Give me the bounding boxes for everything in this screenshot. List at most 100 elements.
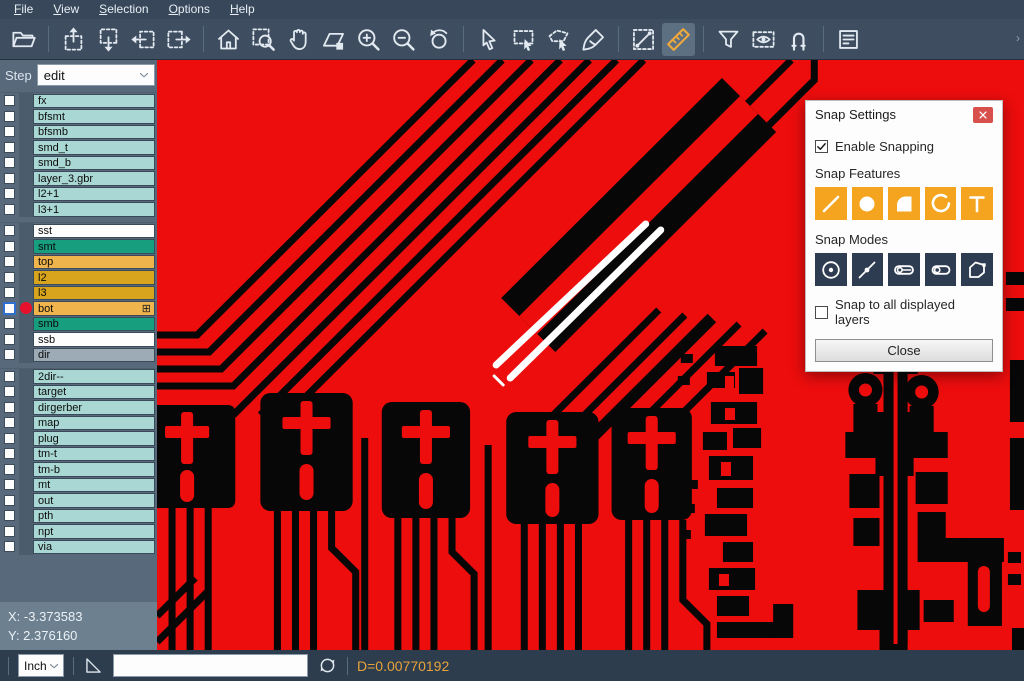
layer-visibility-checkbox[interactable]: [4, 371, 15, 382]
layer-row-plug[interactable]: plug: [0, 431, 157, 447]
layer-visibility-checkbox[interactable]: [4, 510, 15, 521]
layer-label[interactable]: smt: [33, 239, 155, 254]
layer-label[interactable]: l3: [33, 286, 155, 301]
select-polygon-button[interactable]: [542, 23, 575, 56]
layer-row-l2+1[interactable]: l2+1: [0, 186, 157, 202]
layer-visibility-checkbox[interactable]: [4, 433, 15, 444]
units-select[interactable]: Inch: [18, 654, 64, 677]
layer-label[interactable]: tm-b: [33, 462, 155, 477]
select-arrow-button[interactable]: [472, 23, 505, 56]
layer-label[interactable]: bfsmt: [33, 109, 155, 124]
layer-visibility-checkbox[interactable]: [4, 95, 15, 106]
layer-label[interactable]: layer_3.gbr: [33, 171, 155, 186]
layer-row-l2[interactable]: l2: [0, 270, 157, 286]
layer-row-bfsmt[interactable]: bfsmt: [0, 109, 157, 125]
layer-label[interactable]: fx: [33, 94, 155, 109]
layer-label[interactable]: out: [33, 493, 155, 508]
grid-icon[interactable]: ⊞: [142, 304, 151, 314]
layer-visibility-checkbox[interactable]: [4, 479, 15, 490]
layer-label[interactable]: mt: [33, 478, 155, 493]
layer-visibility-checkbox[interactable]: [4, 334, 15, 345]
layer-row-tm-b[interactable]: tm-b: [0, 462, 157, 478]
layer-row-pth[interactable]: pth: [0, 508, 157, 524]
layer-visibility-checkbox[interactable]: [4, 188, 15, 199]
zoom-window-button[interactable]: [247, 23, 280, 56]
zoom-area-button[interactable]: [317, 23, 350, 56]
layer-visibility-checkbox[interactable]: [4, 173, 15, 184]
layer-row-smt[interactable]: smt: [0, 239, 157, 255]
mode-point-button[interactable]: [852, 253, 884, 286]
layer-visibility-checkbox[interactable]: [4, 287, 15, 298]
layer-visibility-checkbox[interactable]: [4, 256, 15, 267]
pan-right-button[interactable]: [162, 23, 195, 56]
layer-label[interactable]: smb: [33, 317, 155, 332]
pan-down-button[interactable]: [92, 23, 125, 56]
layer-row-l3+1[interactable]: l3+1: [0, 202, 157, 218]
snap-button[interactable]: [782, 23, 815, 56]
pan-up-button[interactable]: [57, 23, 90, 56]
layer-row-dirgerber[interactable]: dirgerber: [0, 400, 157, 416]
layer-visibility-checkbox[interactable]: [4, 111, 15, 122]
feature-line-button[interactable]: [815, 187, 847, 220]
layer-label[interactable]: tm-t: [33, 447, 155, 462]
close-button[interactable]: Close: [815, 339, 993, 362]
menu-file[interactable]: File: [4, 1, 43, 18]
refresh-icon[interactable]: [317, 655, 338, 676]
layer-visibility-checkbox[interactable]: [4, 318, 15, 329]
filter-button[interactable]: [712, 23, 745, 56]
feature-arc-button[interactable]: [925, 187, 957, 220]
toolbar-overflow-chevron[interactable]: ›: [1016, 31, 1020, 45]
layer-row-bfsmb[interactable]: bfsmb: [0, 124, 157, 140]
layer-visibility-checkbox[interactable]: [4, 241, 15, 252]
pan-hand-button[interactable]: [282, 23, 315, 56]
zoom-previous-button[interactable]: [422, 23, 455, 56]
measure-line-button[interactable]: [627, 23, 660, 56]
layer-label[interactable]: bfsmb: [33, 125, 155, 140]
layer-label[interactable]: ssb: [33, 332, 155, 347]
feature-pad-button[interactable]: [852, 187, 884, 220]
enable-snapping-checkbox[interactable]: [815, 140, 828, 153]
layer-visibility-checkbox[interactable]: [4, 526, 15, 537]
zoom-in-button[interactable]: [352, 23, 385, 56]
select-rectangle-button[interactable]: [507, 23, 540, 56]
layer-row-smd_b[interactable]: smd_b: [0, 155, 157, 171]
layer-label[interactable]: via: [33, 540, 155, 555]
layer-row-fx[interactable]: fx: [0, 93, 157, 109]
layer-row-2dir--[interactable]: 2dir--: [0, 369, 157, 385]
display-options-button[interactable]: [747, 23, 780, 56]
layer-visibility-checkbox[interactable]: [4, 541, 15, 552]
layer-visibility-checkbox[interactable]: [4, 142, 15, 153]
snap-all-layers-checkbox[interactable]: [815, 306, 828, 319]
layer-row-mt[interactable]: mt: [0, 477, 157, 493]
layer-visibility-checkbox[interactable]: [4, 126, 15, 137]
layer-row-dir[interactable]: dir: [0, 347, 157, 363]
layer-visibility-checkbox[interactable]: [4, 204, 15, 215]
layer-visibility-checkbox[interactable]: [4, 448, 15, 459]
layer-visibility-checkbox[interactable]: [4, 349, 15, 360]
layer-row-l3[interactable]: l3: [0, 285, 157, 301]
layer-visibility-checkbox[interactable]: [4, 402, 15, 413]
layer-label[interactable]: smd_t: [33, 140, 155, 155]
layer-label[interactable]: bot⊞: [33, 301, 155, 316]
layers-panel-button[interactable]: [832, 23, 865, 56]
layer-row-sst[interactable]: sst: [0, 223, 157, 239]
layer-label[interactable]: dirgerber: [33, 400, 155, 415]
layer-label[interactable]: l2: [33, 270, 155, 285]
layer-visibility-checkbox[interactable]: [4, 464, 15, 475]
layer-visibility-checkbox[interactable]: [4, 157, 15, 168]
layer-label[interactable]: dir: [33, 348, 155, 363]
measure-ruler-button[interactable]: [662, 23, 695, 56]
layer-label[interactable]: npt: [33, 524, 155, 539]
mode-contour-button[interactable]: [961, 253, 993, 286]
step-select[interactable]: edit: [37, 64, 155, 86]
layer-row-top[interactable]: top: [0, 254, 157, 270]
layer-visibility-checkbox[interactable]: [4, 225, 15, 236]
layer-row-tm-t[interactable]: tm-t: [0, 446, 157, 462]
layer-row-smd_t[interactable]: smd_t: [0, 140, 157, 156]
mode-slot-button[interactable]: [888, 253, 920, 286]
layer-label[interactable]: map: [33, 416, 155, 431]
layer-label[interactable]: plug: [33, 431, 155, 446]
layer-row-layer_3.gbr[interactable]: layer_3.gbr: [0, 171, 157, 187]
home-button[interactable]: [212, 23, 245, 56]
pan-left-button[interactable]: [127, 23, 160, 56]
